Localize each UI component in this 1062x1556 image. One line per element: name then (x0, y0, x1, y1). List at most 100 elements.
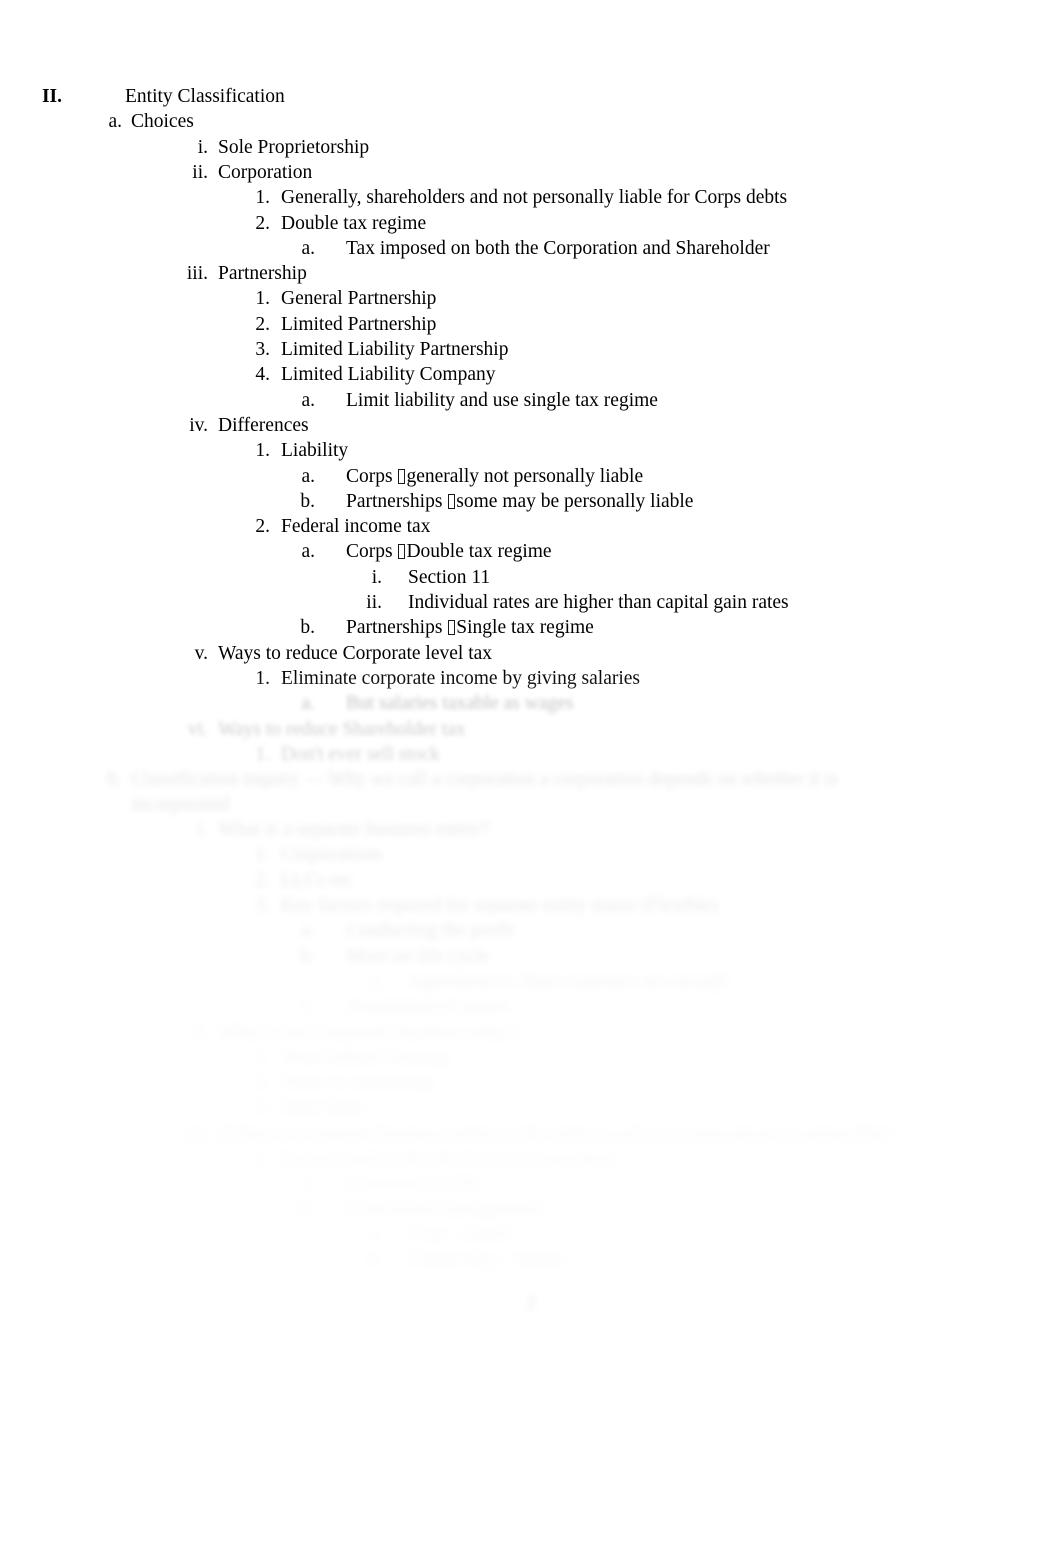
outline-text: Individual rates are higher than capital… (408, 592, 789, 613)
outline-text: Double tax regime (281, 212, 427, 234)
outline-item: 2. LLCs etc (0, 868, 1062, 893)
outline-item: 1. Liability (0, 438, 1062, 463)
outline-item: 1. General Partnership (0, 286, 1062, 311)
outline-text: Don't ever sell stock (281, 743, 440, 765)
outline-item: vi. Ways to reduce Shareholder tax (0, 717, 1062, 742)
outline-marker: ii. (366, 592, 382, 613)
outline-item: ii. Partnership - Agents (0, 1247, 1062, 1272)
outline-marker: a. (301, 237, 315, 259)
outline-text: Mere indirect sharing (281, 1046, 449, 1068)
outline-marker: i. (371, 566, 382, 588)
outline-item: 3. Limited Liability Partnership (0, 337, 1062, 362)
outline-marker: 1. (255, 187, 270, 209)
outline-marker: 2. (255, 516, 270, 538)
outline-text: Ways to reduce Shareholder tax (218, 718, 466, 740)
missing-glyph-box-icon (398, 544, 406, 560)
outline-item: 2. Limited Partnership (0, 312, 1062, 337)
outline-text: If there is a separate business entity, … (218, 1122, 894, 1144)
outline-marker: 1. (255, 1148, 270, 1169)
missing-glyph-box-icon (448, 620, 456, 636)
outline-text: Partnership - Agents (408, 1249, 568, 1271)
outline-marker: a. (301, 389, 315, 411)
outline-text: Corps Double tax regime (346, 539, 552, 564)
outline-item: II. Entity Classification (0, 84, 1062, 109)
outline-marker: i. (197, 819, 208, 841)
outline-marker: b. (300, 490, 315, 512)
outline-text: Limited Liability Partnership (281, 339, 509, 360)
page-number: 2 (526, 1292, 536, 1313)
outline-marker: 3. (255, 339, 270, 360)
outline-marker: 2. (255, 1072, 270, 1094)
outline-item: 2. Federal income tax (0, 514, 1062, 539)
outline-marker: i. (197, 136, 208, 158)
outline-text: Partnership (218, 263, 307, 285)
outline-text: Mere lease (281, 1097, 366, 1119)
outline-text: Conducting the profit (346, 920, 514, 942)
outline-marker: ii. (192, 1021, 208, 1043)
outline-text: Limited Liability Company (281, 364, 496, 386)
outline-marker: b. (300, 1198, 315, 1220)
outline-marker: 3. (255, 1097, 270, 1119)
outline-item: a. Continuity of life (0, 1171, 1062, 1196)
outline-text: Tax imposed on both the Corporation and … (346, 237, 770, 259)
outline-text: Corporations (281, 844, 383, 866)
outline-item: ii. Individual rates are higher than capi… (0, 590, 1062, 615)
outline-text: Federal income tax (281, 516, 431, 538)
outline-item: c. Acquisition of assets (0, 994, 1062, 1019)
outline-marker: b. (300, 945, 315, 967)
outline-marker: a. (301, 693, 315, 715)
outline-item: a. Choices (0, 109, 1062, 134)
outline-item: 1. Mere indirect sharing (0, 1045, 1062, 1070)
outline-item: 2. Double tax regime (0, 211, 1062, 236)
outline-item: a. But salaries taxable as wages (0, 691, 1062, 716)
outline-marker: ii. (192, 161, 208, 183)
outline-text-after: Single tax regime (456, 617, 594, 639)
outline-item: b. Partnerships Single tax regime (0, 615, 1062, 640)
missing-glyph-box-icon (448, 493, 456, 509)
outline-text-before: Corps (346, 465, 398, 487)
outline-text: Sole Proprietorship (218, 136, 370, 158)
outline-marker: 3. (255, 895, 270, 916)
outline-marker: 1. (255, 667, 270, 689)
outline-marker: b. (107, 769, 122, 791)
outline-text: More on life cycle (346, 945, 490, 967)
outline-text: Centralized management (346, 1198, 541, 1220)
outline-item: a. Conducting the profit (0, 918, 1062, 943)
outline-text: Corps generally not personally liable (346, 464, 643, 489)
outline-text: Differences (218, 414, 309, 436)
outline-item: iii. Partnership (0, 261, 1062, 286)
outline-marker: 2. (255, 869, 270, 891)
outline-marker: c. (301, 996, 315, 1018)
outline-item: 1. Corporations (0, 842, 1062, 867)
outline-item: ii. What is not a separate business entit… (0, 1020, 1062, 1045)
outline-text: LLCs etc (281, 869, 354, 891)
outline-marker: 1. (255, 440, 270, 462)
outline-marker: iii. (186, 1122, 208, 1144)
outline-marker: 1. (255, 1046, 270, 1068)
outline-item: 1. Don't ever sell stock (0, 742, 1062, 767)
outline-marker: i. (371, 970, 382, 992)
outline-item: 3. Mere lease (0, 1095, 1062, 1120)
outline-text: Section 11 (408, 566, 491, 588)
outline-item: i. Sole Proprietorship (0, 135, 1062, 160)
outline-text: Ways to reduce Corporate level tax (218, 642, 493, 664)
outline-text-before: Partnerships (346, 617, 448, 639)
outline-item: i. What is a separate business entity? (0, 817, 1062, 842)
outline-marker: v. (194, 642, 208, 664)
outline-marker: 2. (255, 212, 270, 234)
outline-text: Mere co-ownership (281, 1072, 434, 1094)
outline-item: 1. Factors used to decide if it is a Corp… (0, 1146, 1062, 1171)
outline-text: Partnerships Single tax regime (346, 615, 594, 640)
outline-item: a. Corps generally not personally liable (0, 464, 1062, 489)
outline-item: i. Corp - Board (0, 1222, 1062, 1247)
missing-glyph-box-icon (398, 468, 406, 484)
outline-text: Partnerships some may be personally liab… (346, 489, 693, 514)
outline-item: a. Limit liability and use single tax reg… (0, 388, 1062, 413)
outline-marker: iv. (189, 414, 208, 436)
outline-item: 2. Mere co-ownership (0, 1070, 1062, 1095)
outline-marker: 1. (255, 288, 270, 310)
outline-text: Eliminate corporate income by giving sal… (281, 667, 641, 689)
outline-marker: 1. (255, 844, 270, 866)
outline-marker: II. (41, 86, 62, 107)
outline-item: i. Agreement to share expenses not enough (0, 969, 1062, 994)
